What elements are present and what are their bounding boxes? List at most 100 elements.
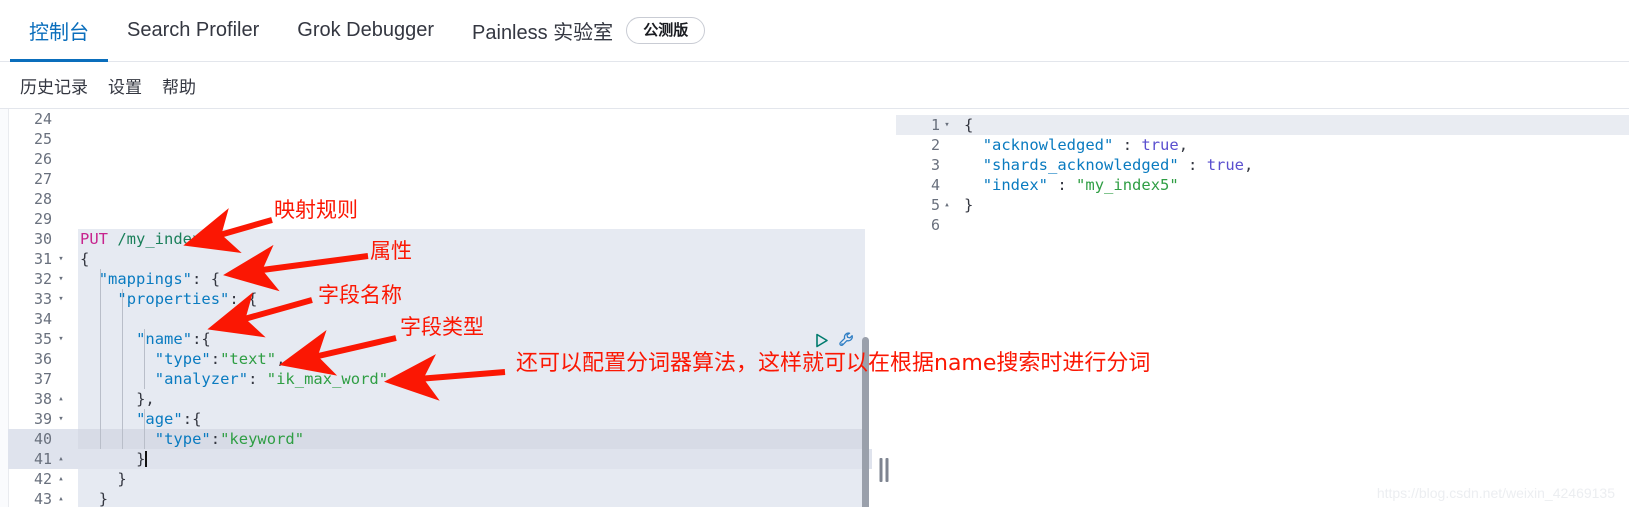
line-number: 40 bbox=[33, 430, 52, 448]
code-line[interactable]: 36 "type":"text", bbox=[8, 349, 872, 369]
response-line-number: 5 bbox=[930, 196, 940, 214]
code-line[interactable]: 42 ▴ } bbox=[8, 469, 872, 489]
code-line-text: "mappings": { bbox=[98, 270, 221, 288]
response-line: 3 "shards_acknowledged" : true, bbox=[896, 155, 1629, 175]
code-line-text: { bbox=[80, 250, 90, 268]
code-line[interactable]: 35 ▾ "name":{ bbox=[8, 329, 872, 349]
code-line[interactable]: 28 bbox=[8, 189, 872, 209]
tab-search-profiler-label: Search Profiler bbox=[127, 19, 260, 41]
code-line[interactable]: 24 bbox=[8, 109, 872, 129]
fold-toggle-icon[interactable]: ▾ bbox=[54, 409, 68, 429]
response-line-number: 3 bbox=[930, 156, 940, 174]
code-line[interactable]: 26 bbox=[8, 149, 872, 169]
response-line-number: 2 bbox=[930, 136, 940, 154]
code-line[interactable]: 43 ▴ } bbox=[8, 489, 872, 507]
response-line: 5 ▴} bbox=[896, 195, 1629, 215]
request-editor-pane[interactable]: 24 25 26 27 28 29 30 PUT /my_index5 31 ▾{32 ▾ "map… bbox=[0, 108, 872, 507]
code-line[interactable]: 32 ▾ "mappings": { bbox=[8, 269, 872, 289]
response-line: 2 "acknowledged" : true, bbox=[896, 135, 1629, 155]
pane-splitter[interactable] bbox=[872, 108, 896, 507]
code-line[interactable]: 39 ▾ "age":{ bbox=[8, 409, 872, 429]
tab-grok-debugger[interactable]: Grok Debugger bbox=[278, 0, 453, 62]
line-number: 35 bbox=[33, 330, 52, 348]
text-caret bbox=[145, 451, 148, 467]
line-number: 25 bbox=[33, 130, 52, 148]
wrench-icon[interactable] bbox=[838, 331, 856, 349]
line-number: 36 bbox=[33, 350, 52, 368]
fold-toggle-icon[interactable]: ▴ bbox=[54, 389, 68, 409]
code-line[interactable]: 27 bbox=[8, 169, 872, 189]
response-line-text: "acknowledged" : true, bbox=[982, 136, 1189, 154]
line-number: 38 bbox=[33, 390, 52, 408]
code-line-text: "age":{ bbox=[136, 410, 202, 428]
line-number: 29 bbox=[33, 210, 52, 228]
line-number: 37 bbox=[33, 370, 52, 388]
response-line-number: 6 bbox=[930, 216, 940, 234]
line-number: 33 bbox=[33, 290, 52, 308]
code-line[interactable]: 41 ▴ } bbox=[8, 449, 872, 469]
fold-toggle-icon[interactable]: ▾ bbox=[940, 115, 954, 135]
line-number: 30 bbox=[33, 230, 52, 248]
code-line-text: "properties": { bbox=[117, 290, 258, 308]
menu-item-history[interactable]: 历史记录 bbox=[10, 73, 98, 98]
line-number: 34 bbox=[33, 310, 52, 328]
play-icon[interactable] bbox=[813, 332, 830, 349]
code-line-text: } bbox=[136, 450, 148, 468]
response-pane[interactable]: 1 ▾{2 "acknowledged" : true, 3 "shards_ack… bbox=[896, 108, 1629, 507]
response-line-text: "shards_acknowledged" : true, bbox=[982, 156, 1254, 174]
fold-toggle-icon[interactable]: ▾ bbox=[54, 329, 68, 349]
fold-toggle-icon[interactable]: ▾ bbox=[54, 249, 68, 269]
console-menu-bar: 历史记录 设置 帮助 bbox=[0, 62, 1629, 108]
response-line-text: } bbox=[964, 196, 974, 214]
editor-vertical-scrollbar[interactable] bbox=[862, 337, 869, 507]
code-line[interactable]: 29 bbox=[8, 209, 872, 229]
splitter-grip-icon[interactable] bbox=[879, 458, 889, 482]
line-number: 27 bbox=[33, 170, 52, 188]
fold-toggle-icon[interactable]: ▴ bbox=[54, 469, 68, 489]
line-number: 42 bbox=[33, 470, 52, 488]
code-line-text: "type":"keyword" bbox=[154, 430, 305, 448]
line-number: 43 bbox=[33, 490, 52, 507]
line-number: 24 bbox=[33, 110, 52, 128]
fold-toggle-icon[interactable]: ▾ bbox=[54, 289, 68, 309]
fold-toggle-icon[interactable]: ▴ bbox=[940, 195, 954, 215]
tab-painless-lab-label: Painless 实验室 bbox=[472, 22, 614, 44]
code-line[interactable]: 37 "analyzer": "ik_max_word" bbox=[8, 369, 872, 389]
fold-toggle-icon[interactable]: ▴ bbox=[54, 489, 68, 507]
response-code-area: 1 ▾{2 "acknowledged" : true, 3 "shards_ack… bbox=[896, 115, 1629, 235]
code-line[interactable]: 30 PUT /my_index5 bbox=[8, 229, 872, 249]
response-line-text: { bbox=[964, 116, 974, 134]
menu-item-help[interactable]: 帮助 bbox=[152, 73, 206, 98]
code-line[interactable]: 34 bbox=[8, 309, 872, 329]
tab-grok-debugger-label: Grok Debugger bbox=[297, 19, 435, 41]
response-line-text: "index" : "my_index5" bbox=[982, 176, 1179, 194]
response-line: 4 "index" : "my_index5" bbox=[896, 175, 1629, 195]
tab-painless-lab[interactable]: Painless 实验室 bbox=[453, 0, 632, 62]
response-line: 6 bbox=[896, 215, 1629, 235]
line-number: 28 bbox=[33, 190, 52, 208]
code-line[interactable]: 38 ▴ }, bbox=[8, 389, 872, 409]
request-code-area[interactable]: 24 25 26 27 28 29 30 PUT /my_index5 31 ▾{32 ▾ "map… bbox=[8, 109, 872, 507]
code-line-text: } bbox=[117, 470, 127, 488]
watermark: https://blog.csdn.net/weixin_42469135 bbox=[1376, 485, 1615, 501]
code-line[interactable]: 33 ▾ "properties": { bbox=[8, 289, 872, 309]
code-line[interactable]: 25 bbox=[8, 129, 872, 149]
line-number: 31 bbox=[33, 250, 52, 268]
line-number: 26 bbox=[33, 150, 52, 168]
code-line-text: }, bbox=[136, 390, 155, 408]
code-line-text: "name":{ bbox=[136, 330, 211, 348]
fold-toggle-icon[interactable]: ▾ bbox=[54, 269, 68, 289]
code-line-text: "type":"text", bbox=[154, 350, 286, 368]
line-number: 41 bbox=[33, 450, 52, 468]
menu-item-settings[interactable]: 设置 bbox=[98, 73, 152, 98]
top-tab-bar: 控制台 Search Profiler Grok Debugger Painle… bbox=[0, 0, 1629, 62]
beta-badge[interactable]: 公测版 bbox=[626, 17, 706, 44]
code-line[interactable]: 31 ▾ { bbox=[8, 249, 872, 269]
fold-toggle-icon[interactable]: ▴ bbox=[54, 449, 68, 469]
tab-console[interactable]: 控制台 bbox=[10, 0, 108, 62]
code-line-text: } bbox=[98, 490, 109, 507]
response-line-number: 1 bbox=[930, 116, 940, 134]
tab-search-profiler[interactable]: Search Profiler bbox=[108, 0, 278, 62]
code-line[interactable]: 40 "type":"keyword" bbox=[8, 429, 872, 449]
line-number: 39 bbox=[33, 410, 52, 428]
